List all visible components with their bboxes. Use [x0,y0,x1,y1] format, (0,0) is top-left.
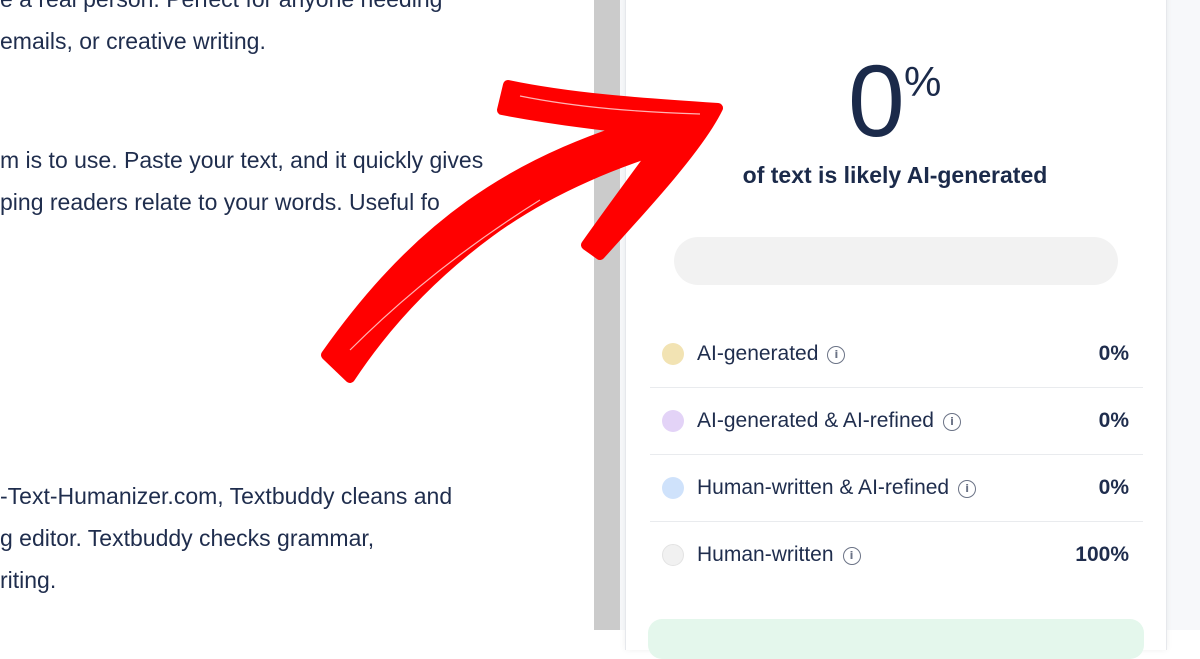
ai-score-value: 0 [848,44,905,158]
pane-divider[interactable] [594,0,620,630]
ai-generated-color-dot [662,343,684,365]
ai-refined-color-dot [662,410,684,432]
breakdown-label: Human-written & AI-refined [697,476,950,499]
breakdown-value: 0% [1098,409,1129,432]
paragraph-2: m is to use. Paste your text, and it qui… [0,139,483,223]
info-icon[interactable]: i [827,346,846,364]
breakdown-row-human-written: Human-written i 100% [650,522,1143,588]
ai-score-unit: % [904,58,942,105]
breakdown-row-ai-generated-ai-refined: AI-generated & AI-refined i 0% [650,388,1143,455]
info-icon[interactable]: i [958,480,977,498]
info-icon[interactable]: i [842,547,861,565]
paragraph-2-line-1: m is to use. Paste your text, and it qui… [0,147,484,173]
breakdown-label: AI-generated & AI-refined [697,409,934,432]
ai-score-caption: of text is likely AI-generated [742,162,1048,188]
breakdown-label: AI-generated [697,342,819,365]
paragraph-2-line-2: ping readers relate to your words. Usefu… [0,189,440,215]
result-breakdown-list: AI-generated i 0% AI-generated & AI-refi… [650,321,1143,588]
human-written-color-dot [662,544,684,566]
paragraph-3: -Text-Humanizer.com, Textbuddy cleans an… [0,475,452,601]
paragraph-3-line-3: riting. [0,567,57,593]
breakdown-row-ai-generated: AI-generated i 0% [650,321,1143,388]
breakdown-value: 100% [1075,543,1129,566]
paragraph-3-line-1: -Text-Humanizer.com, Textbuddy cleans an… [0,483,453,509]
paragraph-3-line-2: g editor. Textbuddy checks grammar, [0,525,375,551]
paragraph-1-line-1: e a real person. Perfect for anyone need… [0,0,442,12]
info-icon[interactable]: i [942,413,961,431]
paragraph-1-line-2: emails, or creative writing. [0,28,266,54]
human-ai-refined-color-dot [662,477,684,499]
breakdown-value: 0% [1098,476,1129,499]
result-summary-box [648,619,1144,659]
breakdown-row-human-written-ai-refined: Human-written & AI-refined i 0% [650,455,1143,522]
ai-score-progress-bar [674,237,1118,285]
breakdown-value: 0% [1098,342,1129,365]
ai-score: 0 % [848,44,941,158]
paragraph-1: e a real person. Perfect for anyone need… [0,0,442,62]
breakdown-label: Human-written [697,543,834,566]
document-pane: e a real person. Perfect for anyone need… [0,0,594,630]
